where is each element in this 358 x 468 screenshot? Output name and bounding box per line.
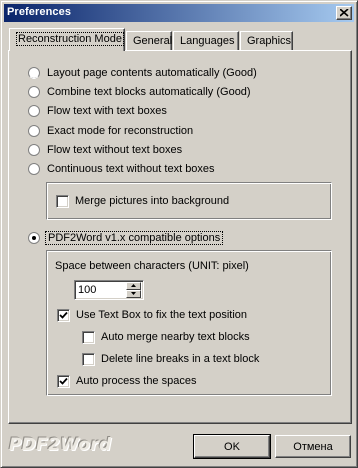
radio-unchecked-icon [28, 125, 40, 137]
checkmark-icon [59, 377, 68, 385]
tab-label: Reconstruction Mode [16, 32, 124, 46]
tab-reconstruction-mode[interactable]: Reconstruction Mode [9, 28, 125, 51]
checkmark-icon [59, 311, 68, 319]
mode-label: Layout page contents automatically (Good… [47, 67, 257, 79]
mode-label: Flow text without text boxes [47, 144, 183, 156]
spacing-label: Space between characters (UNIT: pixel) [55, 260, 249, 272]
preferences-dialog: Preferences Reconstruction Mode General … [0, 0, 358, 468]
pdf2word-option-label: PDF2Word v1.x compatible options [45, 231, 224, 245]
checkbox-box [57, 309, 70, 322]
mode-label: Flow text with text boxes [47, 105, 167, 117]
mode-label: Continuous text without text boxes [47, 163, 215, 175]
delete-breaks-label: Delete line breaks in a text block [101, 353, 260, 365]
spacing-input[interactable] [78, 283, 126, 297]
reconstruction-mode-panel: Layout page contents automatically (Good… [8, 50, 352, 424]
merge-pictures-label: Merge pictures into background [75, 195, 230, 207]
checkbox-box [82, 331, 95, 344]
radio-unchecked-icon [28, 144, 40, 156]
spin-up-button[interactable] [126, 282, 141, 290]
brand-logo: PDF2Word [9, 435, 112, 455]
checkbox-box [56, 195, 69, 208]
close-button[interactable] [336, 6, 352, 20]
radio-unchecked-icon [28, 163, 40, 175]
checkbox-box [57, 375, 70, 388]
spin-down-button[interactable] [126, 290, 141, 298]
arrow-up-icon [131, 284, 136, 287]
arrow-down-icon [131, 292, 136, 295]
auto-merge-label: Auto merge nearby text blocks [101, 331, 250, 343]
window-title: Preferences [7, 6, 72, 18]
radio-checked-icon [28, 232, 40, 244]
radio-unchecked-icon [28, 105, 40, 117]
compat-options-group: Space between characters (UNIT: pixel) U… [46, 250, 332, 396]
radio-unchecked-icon [28, 67, 40, 79]
mode-label: Exact mode for reconstruction [47, 125, 194, 137]
spacing-stepper[interactable] [74, 280, 144, 300]
tab-label: General [133, 35, 173, 47]
tab-label: Languages [180, 35, 235, 47]
merge-pictures-group: Merge pictures into background [46, 182, 332, 220]
tab-general[interactable]: General [126, 31, 172, 51]
pdf2word-option-wrap: PDF2Word v1.x compatible options [45, 231, 224, 245]
close-icon [340, 9, 349, 17]
radio-unchecked-icon [28, 86, 40, 98]
title-bar[interactable]: Preferences [4, 4, 354, 22]
tab-languages[interactable]: Languages [173, 31, 239, 51]
checkbox-box [82, 353, 95, 366]
tab-label: Graphics [247, 35, 292, 47]
use-textbox-label: Use Text Box to fix the text position [76, 309, 247, 321]
ok-button[interactable]: OK [193, 434, 271, 459]
mode-label: Combine text blocks automatically (Good) [47, 86, 251, 98]
cancel-button[interactable]: Отмена [275, 435, 351, 458]
auto-spaces-label: Auto process the spaces [76, 375, 197, 387]
tab-graphics[interactable]: Graphics [240, 31, 293, 51]
